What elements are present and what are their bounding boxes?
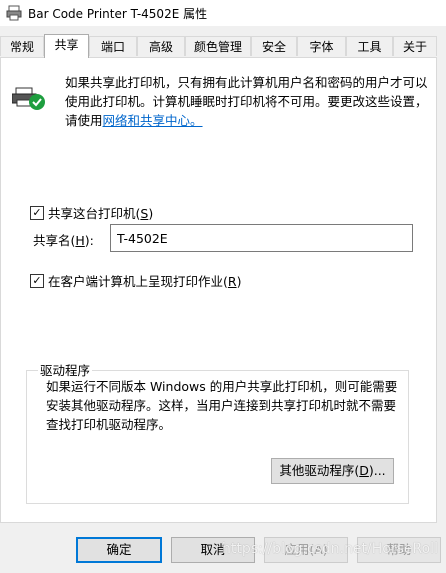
tab-general[interactable]: 常规 <box>0 36 44 56</box>
watermark-text: https://blog.csdn.net/HorseRoll <box>222 541 438 557</box>
sharing-description: 如果共享此打印机，只有拥有此计算机用户名和密码的用户才可以使用此打印机。计算机睡… <box>65 73 435 130</box>
shared-printer-icon <box>12 87 45 110</box>
tab-ports[interactable]: 端口 <box>89 36 137 56</box>
render-jobs-checkbox-row[interactable]: ✓ 在客户端计算机上呈现打印作业(R) <box>30 271 241 290</box>
tab-fonts[interactable]: 字体 <box>297 36 346 56</box>
window-title: Bar Code Printer T-4502E 属性 <box>28 7 208 21</box>
share-printer-label: 共享这台打印机(S) <box>48 206 154 221</box>
network-sharing-center-link[interactable]: 网络和共享中心。 <box>103 113 203 128</box>
tab-tools[interactable]: 工具 <box>346 36 393 56</box>
tab-about[interactable]: 关于 <box>393 36 437 56</box>
share-printer-checkbox-row[interactable]: ✓ 共享这台打印机(S) <box>30 203 153 222</box>
render-jobs-checkbox[interactable]: ✓ <box>30 273 44 288</box>
tab-strip: 常规 共享 端口 高级 颜色管理 安全 字体 工具 关于 <box>0 34 446 58</box>
ok-button[interactable]: 确定 <box>76 537 162 563</box>
share-name-label: 共享名(H): <box>33 233 94 248</box>
title-bar: Bar Code Printer T-4502E 属性 <box>0 0 446 26</box>
render-jobs-label: 在客户端计算机上呈现打印作业(R) <box>48 274 242 289</box>
tab-sharing[interactable]: 共享 <box>44 34 89 58</box>
tab-advanced[interactable]: 高级 <box>137 36 185 56</box>
additional-drivers-button[interactable]: 其他驱动程序(D)... <box>271 458 394 484</box>
printer-app-icon <box>6 5 22 21</box>
tab-color-management[interactable]: 颜色管理 <box>185 36 251 56</box>
share-printer-checkbox[interactable]: ✓ <box>30 205 44 220</box>
drivers-description: 如果运行不同版本 Windows 的用户共享此打印机，则可能需要安装其他驱动程序… <box>46 379 398 432</box>
tab-security[interactable]: 安全 <box>251 36 297 56</box>
share-name-input[interactable] <box>110 224 413 252</box>
